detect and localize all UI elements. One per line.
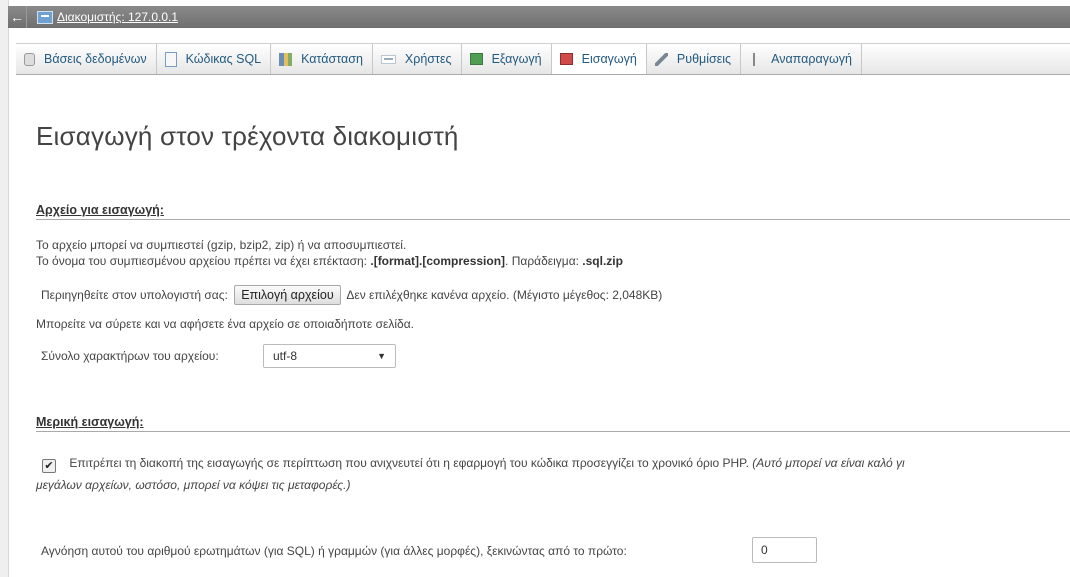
- tab-replication[interactable]: Αναπαραγωγή: [741, 44, 862, 74]
- file-browse-row: Περιηγηθείτε στον υπολογιστή σας: Επιλογ…: [41, 285, 662, 305]
- charset-label: Σύνολο χαρακτήρων του αρχείου:: [41, 349, 219, 363]
- replication-icon: [749, 52, 763, 66]
- server-link[interactable]: Διακομιστής: 127.0.0.1: [57, 10, 178, 24]
- tab-label: Χρήστες: [404, 52, 452, 66]
- tab-label: Ρυθμίσεις: [676, 52, 732, 66]
- compression-note: Το αρχείο μπορεί να συμπιεστεί (gzip, bz…: [36, 238, 407, 252]
- dropdown-arrow-icon: ▼: [377, 351, 386, 361]
- tab-label: Αναπαραγωγή: [771, 52, 852, 66]
- tab-sql[interactable]: Κώδικας SQL: [157, 44, 272, 74]
- tab-label: Βάσεις δεδομένων: [44, 52, 147, 66]
- settings-icon: [654, 52, 668, 66]
- skip-queries-label: Αγνόηση αυτού του αριθμού ερωτημάτων (γι…: [41, 544, 627, 558]
- tab-label: Εισαγωγή: [581, 52, 637, 66]
- allow-interrupt-hint-continued: μεγάλων αρχείων, ωστόσο, μπορεί να κόψει…: [36, 478, 351, 492]
- tab-settings[interactable]: Ρυθμίσεις: [647, 44, 742, 74]
- tab-status[interactable]: Κατάσταση: [271, 44, 373, 74]
- tab-label: Εξαγωγή: [491, 52, 542, 66]
- server-icon: [37, 10, 53, 24]
- status-icon: [279, 52, 293, 66]
- collapse-arrow-icon[interactable]: ←: [8, 6, 27, 28]
- database-icon: [24, 52, 35, 66]
- tab-users[interactable]: Χρήστες: [373, 44, 462, 74]
- skip-queries-value: 0: [761, 543, 768, 557]
- page-title: Εισαγωγή στον τρέχοντα διακομιστή: [36, 121, 459, 151]
- charset-select[interactable]: utf-8 ▼: [263, 344, 396, 368]
- file-section-title: Αρχείο για εισαγωγή:: [36, 203, 1070, 220]
- top-menu-tabs: Βάσεις δεδομένων Κώδικας SQL Κατάσταση Χ…: [16, 43, 1070, 75]
- drag-drop-note: Μπορείτε να σύρετε και να αφήσετε ένα αρ…: [36, 317, 414, 331]
- choose-file-button[interactable]: Επιλογή αρχείου: [234, 285, 341, 305]
- no-file-status: Δεν επιλέχθηκε κανένα αρχείο. (Μέγιστο μ…: [346, 288, 663, 302]
- skip-queries-input[interactable]: 0: [752, 537, 817, 563]
- tab-label: Κατάσταση: [301, 52, 363, 66]
- allow-interrupt-text: Επιτρέπει τη διακοπή της εισαγωγής σε πε…: [69, 456, 749, 470]
- allow-interrupt-checkbox[interactable]: ✔: [42, 459, 56, 473]
- server-breadcrumb-bar: ← Διακομιστής: 127.0.0.1: [8, 6, 1070, 28]
- export-icon: [469, 53, 483, 65]
- left-frame-border: [0, 0, 9, 577]
- tab-label: Κώδικας SQL: [185, 52, 262, 66]
- users-icon: [380, 54, 396, 64]
- import-icon: [559, 53, 573, 65]
- partial-section-title: Μερική εισαγωγή:: [36, 415, 1070, 432]
- sql-icon: [164, 51, 177, 67]
- extension-note: Το όνομα του συμπιεσμένου αρχείου πρέπει…: [36, 254, 623, 268]
- browse-label: Περιηγηθείτε στον υπολογιστή σας:: [41, 288, 228, 302]
- allow-interrupt-hint: (Αυτό μπορεί να είναι καλό γι: [752, 456, 905, 470]
- tab-databases[interactable]: Βάσεις δεδομένων: [16, 44, 157, 74]
- charset-value: utf-8: [273, 349, 298, 363]
- tab-import[interactable]: Εισαγωγή: [551, 44, 647, 74]
- tab-export[interactable]: Εξαγωγή: [462, 44, 552, 74]
- allow-interrupt-row: ✔ Επιτρέπει τη διακοπή της εισαγωγής σε …: [42, 456, 905, 473]
